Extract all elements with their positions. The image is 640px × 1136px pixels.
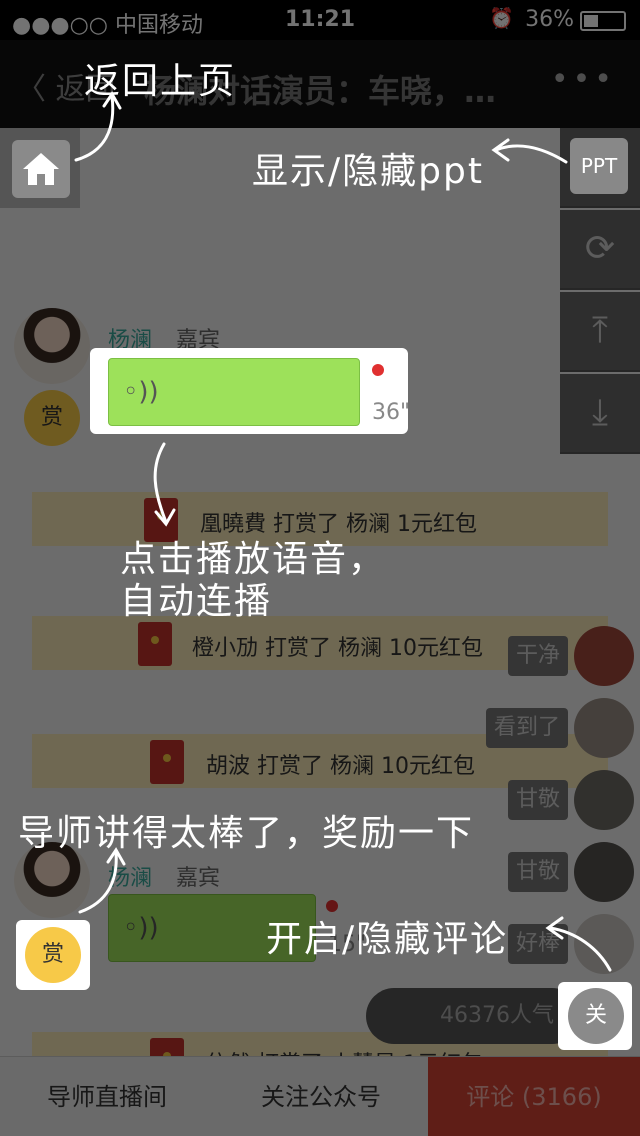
reward-button[interactable]: 赏 <box>25 927 81 983</box>
speaker-name: 杨澜 <box>108 866 153 891</box>
tip-text: 橙小劢 打赏了 杨澜 10元红包 <box>192 636 483 661</box>
voice-message-highlight: ◦)) 36" <box>90 348 411 434</box>
comment-toggle-button[interactable]: 关 <box>568 988 624 1044</box>
comment-item: 干净 <box>504 626 634 686</box>
annotation-reward: 导师讲得太棒了，奖励一下 <box>18 813 475 854</box>
status-bar: ●●●○○ 中国移动 11:21 ⏰ 36% <box>0 0 640 40</box>
tip-text: 胡波 打赏了 杨澜 10元红包 <box>206 754 475 779</box>
comment-text: 干净 <box>507 636 568 676</box>
reward-button[interactable]: 赏 <box>24 390 80 446</box>
red-envelope-icon <box>150 740 184 784</box>
refresh-button[interactable]: ⟳ <box>560 210 640 290</box>
comment-item: 看到了 <box>484 698 634 758</box>
download-button[interactable]: ⤓ <box>560 374 640 454</box>
reward-highlight: 赏 <box>16 920 90 990</box>
comment-toggle-highlight: 关 <box>558 982 632 1050</box>
comment-text: 看到了 <box>485 708 568 748</box>
comment-item: 甘敬 <box>504 842 634 902</box>
comment-text: 甘敬 <box>507 780 568 820</box>
ppt-highlight: PPT <box>570 138 630 196</box>
red-envelope-icon <box>150 1038 184 1056</box>
voice-duration: 36" <box>372 400 411 425</box>
comment-item: 好棒 <box>504 914 634 974</box>
home-block <box>0 128 80 208</box>
voice-wave-icon: ◦)) <box>123 913 159 943</box>
download-icon: ⤓ <box>592 392 608 433</box>
commenter-avatar <box>574 770 634 830</box>
comment-text: 好棒 <box>507 924 568 964</box>
voice-wave-icon: ◦)) <box>123 377 159 407</box>
speaker-role: 嘉宾 <box>176 866 221 891</box>
battery-icon <box>580 11 626 31</box>
tab-follow[interactable]: 关注公众号 <box>214 1057 428 1136</box>
battery-percent: 36% <box>525 7 574 32</box>
comment-text: 甘敬 <box>507 852 568 892</box>
tab-bar: 导师直播间 关注公众号 评论 (3166) <box>0 1056 640 1136</box>
comment-item: 甘敬 <box>504 770 634 830</box>
more-menu-button[interactable]: ••• <box>551 62 616 97</box>
scroll-top-icon: ⤒ <box>592 310 608 351</box>
annotation-back: 返回上页 <box>84 61 237 102</box>
red-envelope-icon <box>138 622 172 666</box>
commenter-avatar <box>574 698 634 758</box>
scroll-top-button[interactable]: ⤒ <box>560 292 640 372</box>
speaker-avatar[interactable] <box>14 308 90 384</box>
ppt-toggle-button[interactable]: PPT <box>570 138 628 194</box>
commenter-avatar <box>574 914 634 974</box>
home-button[interactable] <box>12 140 70 198</box>
tab-comments[interactable]: 评论 (3166) <box>428 1057 640 1136</box>
commenter-avatar <box>574 626 634 686</box>
tip-text: 依然 打赏了 小慧是 1元红包 <box>206 1046 483 1056</box>
alarm-icon: ⏰ <box>489 6 514 30</box>
annotation-voice-line2: 自动连播 <box>120 581 273 622</box>
annotation-comment-toggle: 开启/隐藏评论 <box>266 919 509 960</box>
home-icon <box>23 153 59 185</box>
popularity-counter: 46376人气 <box>366 988 580 1044</box>
commenter-avatar <box>574 842 634 902</box>
unread-dot <box>372 364 384 376</box>
tab-mentor-live[interactable]: 导师直播间 <box>0 1057 214 1136</box>
refresh-icon: ⟳ <box>584 228 616 269</box>
voice-message[interactable]: ◦)) <box>108 358 360 426</box>
annotation-ppt: 显示/隐藏ppt <box>252 151 484 192</box>
